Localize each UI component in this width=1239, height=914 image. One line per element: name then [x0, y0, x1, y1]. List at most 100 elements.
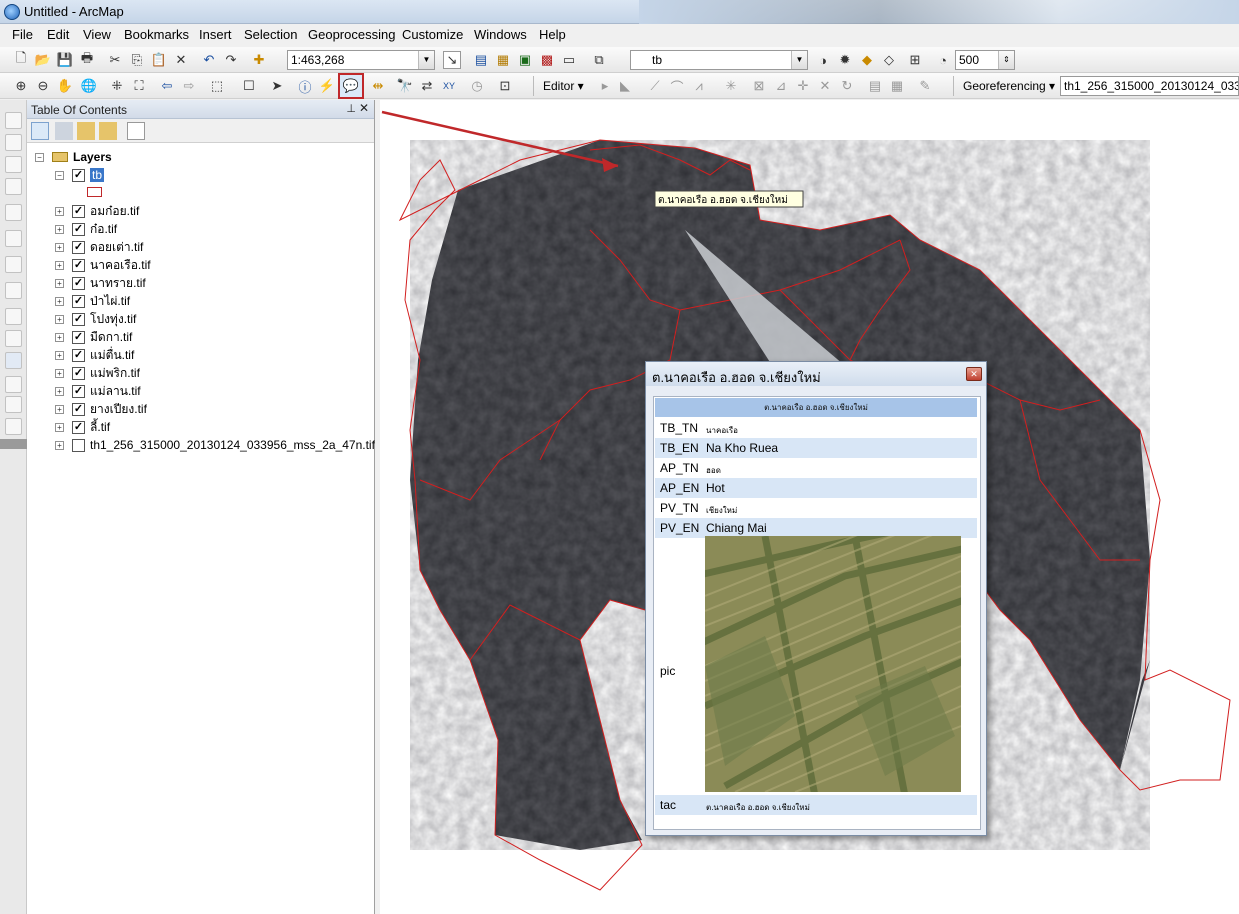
list-item[interactable]: + ✓ แม่ลาน.tif: [55, 382, 141, 400]
visibility-checkbox[interactable]: ✓: [72, 348, 85, 362]
expand-icon[interactable]: +: [55, 224, 64, 234]
menu-customize[interactable]: Customize: [400, 27, 465, 42]
attributes-icon[interactable]: ▤: [866, 77, 884, 95]
create-features-icon[interactable]: ✎: [916, 77, 934, 95]
collapse-icon[interactable]: −: [55, 170, 64, 180]
layer-combo[interactable]: tb ▼: [630, 50, 808, 70]
pan-icon[interactable]: [5, 156, 22, 173]
open-folder-icon[interactable]: 📂: [34, 51, 52, 69]
add-data-icon[interactable]: ✚: [250, 51, 268, 69]
list-item[interactable]: + th1_256_315000_20130124_033956_mss_2a_4…: [55, 436, 375, 454]
search-window-icon[interactable]: ▣: [516, 51, 534, 69]
georeferencing-menu[interactable]: Georeferencing ▾: [963, 79, 1055, 93]
menu-help[interactable]: Help: [537, 27, 568, 42]
page-setup-icon[interactable]: [5, 330, 22, 347]
expand-icon[interactable]: +: [55, 314, 64, 324]
expand-icon[interactable]: +: [55, 386, 64, 396]
select-elements-icon[interactable]: ➤: [268, 77, 286, 95]
expand-icon[interactable]: +: [55, 440, 64, 450]
paste-icon[interactable]: 📋: [150, 51, 168, 69]
spinner-icon[interactable]: ⇕: [998, 51, 1014, 69]
cut-polygon-icon[interactable]: ✛: [794, 77, 812, 95]
document-icon[interactable]: [5, 418, 22, 435]
menu-selection[interactable]: Selection: [242, 27, 299, 42]
print-preview-icon[interactable]: [5, 376, 22, 393]
expand-icon[interactable]: +: [55, 260, 64, 270]
expand-icon[interactable]: +: [55, 368, 64, 378]
edit-tool-icon[interactable]: ▸: [596, 77, 614, 95]
field-photo[interactable]: [705, 536, 961, 792]
expand-icon[interactable]: +: [55, 206, 64, 216]
properties-icon[interactable]: [5, 282, 22, 299]
new-document-icon[interactable]: 🗋: [12, 50, 30, 69]
identify-icon[interactable]: ⓘ: [296, 77, 314, 95]
visibility-checkbox[interactable]: ✓: [72, 294, 85, 308]
find-route-icon[interactable]: ⇄: [418, 77, 436, 95]
expand-icon[interactable]: +: [55, 350, 64, 360]
visibility-checkbox[interactable]: ✓: [72, 168, 85, 182]
layer-tb[interactable]: − ✓ tb: [55, 166, 105, 184]
go-to-xy-icon[interactable]: XY: [440, 77, 458, 95]
visibility-checkbox[interactable]: ✓: [72, 276, 85, 290]
visibility-checkbox[interactable]: ✓: [72, 420, 85, 434]
list-item[interactable]: + ✓ ป่าไผ่.tif: [55, 292, 130, 310]
list-by-source-icon[interactable]: [55, 122, 73, 140]
layer-tb-label[interactable]: tb: [90, 168, 105, 182]
print-icon[interactable]: 🖶: [78, 50, 96, 69]
create-viewer-icon[interactable]: ⊡: [496, 77, 514, 95]
expand-icon[interactable]: +: [55, 296, 64, 306]
straight-segment-icon[interactable]: ⟋: [646, 77, 664, 95]
back-icon[interactable]: ⇦: [158, 77, 176, 95]
undo-icon[interactable]: ↶: [200, 51, 218, 69]
list-item[interactable]: + ✓ นาคอเรือ.tif: [55, 256, 151, 274]
cut-icon[interactable]: ✂: [106, 51, 124, 69]
list-item[interactable]: + ✓ ยางเปียง.tif: [55, 400, 147, 418]
contrast-icon[interactable]: ◑: [814, 51, 832, 69]
hyperlink-icon[interactable]: ⚡: [318, 77, 336, 95]
edit-annotation-icon[interactable]: ◣: [616, 77, 634, 95]
delete-icon[interactable]: ✕: [172, 51, 190, 69]
page-icon[interactable]: [5, 308, 22, 325]
expand-icon[interactable]: +: [55, 332, 64, 342]
table-window-icon[interactable]: ▤: [472, 51, 490, 69]
visibility-checkbox[interactable]: ✓: [72, 258, 85, 272]
map-scale-combo[interactable]: 1:463,268 ▼: [287, 50, 435, 70]
flicker-rate-icon[interactable]: ◔: [934, 51, 952, 69]
frame-icon[interactable]: [5, 256, 22, 273]
transparency-icon[interactable]: ◆: [858, 51, 876, 69]
pan-icon[interactable]: ✋: [56, 77, 74, 95]
fixed-zoom-in-icon[interactable]: ⁜: [108, 77, 126, 95]
visibility-checkbox[interactable]: ✓: [72, 240, 85, 254]
list-by-drawing-order-icon[interactable]: [31, 122, 49, 140]
bookmark-icon[interactable]: [5, 396, 22, 413]
menu-view[interactable]: View: [81, 27, 113, 42]
expand-icon[interactable]: +: [55, 278, 64, 288]
visibility-checkbox[interactable]: ✓: [72, 384, 85, 398]
expand-icon[interactable]: +: [55, 404, 64, 414]
rotate-icon[interactable]: ↻: [838, 77, 856, 95]
model-builder-icon[interactable]: ⧉: [590, 51, 608, 69]
list-item[interactable]: + ✓ อมก๋อย.tif: [55, 202, 139, 220]
chevron-down-icon[interactable]: ▼: [791, 51, 807, 69]
list-item[interactable]: + ✓ โปงทุ่ง.tif: [55, 310, 136, 328]
catalog-icon[interactable]: ▦: [494, 51, 512, 69]
menu-geoprocessing[interactable]: Geoprocessing: [306, 27, 397, 42]
list-item[interactable]: + ✓ นาทราย.tif: [55, 274, 146, 292]
visibility-checkbox[interactable]: ✓: [72, 204, 85, 218]
data-view-icon[interactable]: [5, 352, 22, 369]
flicker-icon[interactable]: ⊞: [906, 51, 924, 69]
menu-edit[interactable]: Edit: [45, 27, 71, 42]
list-item[interactable]: + ✓ มืดกา.tif: [55, 328, 132, 346]
grid-icon[interactable]: [5, 230, 22, 247]
list-by-selection-icon[interactable]: [99, 122, 117, 140]
menu-insert[interactable]: Insert: [197, 27, 234, 42]
split-icon[interactable]: ✕: [816, 77, 834, 95]
list-item[interactable]: + ✓ แม่ตื่น.tif: [55, 346, 134, 364]
catalog-window-icon[interactable]: [5, 112, 22, 129]
html-popup-icon[interactable]: 💬: [338, 73, 364, 99]
editor-toolbar-icon[interactable]: ↘: [443, 51, 461, 69]
zoom-icon[interactable]: [5, 178, 22, 195]
expand-icon[interactable]: +: [55, 422, 64, 432]
layers-root[interactable]: − Layers: [35, 148, 112, 166]
flicker-rate-field[interactable]: 500 ⇕: [955, 50, 1015, 70]
